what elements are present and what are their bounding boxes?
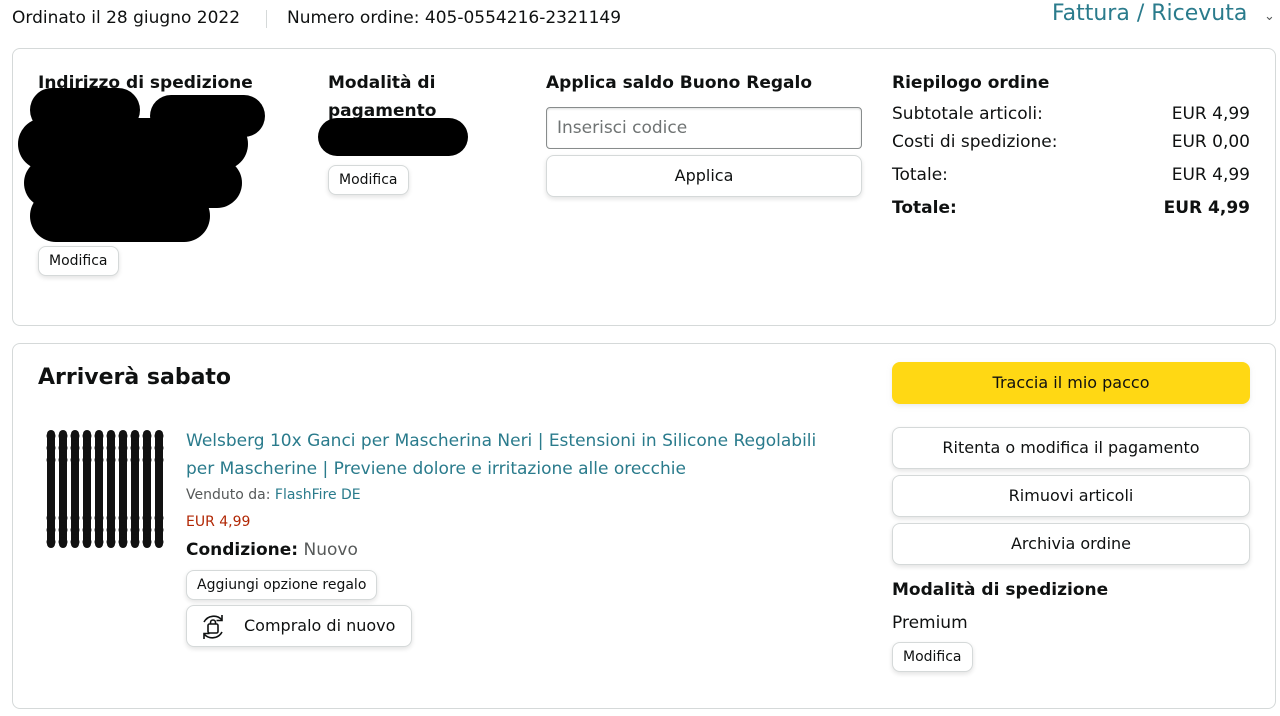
summary-value: EUR 4,99 [1171,104,1250,124]
summary-value: EUR 0,00 [1171,132,1250,152]
summary-row-total: Totale: EUR 4,99 [892,165,1250,191]
retry-payment-button[interactable]: Ritenta o modifica il pagamento [892,427,1250,469]
summary-row-grand-total: Totale: EUR 4,99 [892,198,1250,224]
gift-code-input[interactable] [546,107,862,149]
product-condition: Condizione: Nuovo [186,540,358,560]
shipping-mode-title: Modalità di spedizione [892,580,1109,600]
product-price: EUR 4,99 [186,514,251,530]
buy-again-label: Compralo di nuovo [244,616,396,635]
summary-label: Costi di spedizione: [892,132,1058,152]
product-image[interactable] [44,428,170,550]
archive-order-button[interactable]: Archivia ordine [892,523,1250,565]
product-title-link[interactable]: Welsberg 10x Ganci per Mascherina Neri |… [186,427,846,483]
order-summary-title: Riepilogo ordine [892,73,1050,93]
order-number: Numero ordine: 405-0554216-2321149 [287,8,622,28]
arrival-heading: Arriverà sabato [38,365,232,390]
summary-label: Subtotale articoli: [892,104,1043,124]
track-package-button[interactable]: Traccia il mio pacco [892,362,1250,404]
summary-row-subtotal: Subtotale articoli: EUR 4,99 [892,104,1250,130]
edit-shipping-mode-button[interactable]: Modifica [892,642,973,672]
payment-method-title: Modalità di pagamento [328,73,437,121]
chevron-down-icon[interactable]: ⌄ [1264,9,1275,24]
remove-items-button[interactable]: Rimuovi articoli [892,475,1250,517]
order-date: Ordinato il 28 giugno 2022 [12,8,241,28]
shipping-mode-value: Premium [892,613,968,633]
seller-link[interactable]: FlashFire DE [275,487,361,503]
buy-again-button[interactable]: Compralo di nuovo [186,605,412,647]
header-divider [266,10,267,28]
summary-label: Totale: [892,198,957,218]
sold-by-label: Venduto da: [186,487,271,503]
redacted-payment [318,118,468,156]
condition-value: Nuovo [303,540,358,560]
edit-address-button[interactable]: Modifica [38,246,119,276]
sold-by: Venduto da: FlashFire DE [186,487,361,503]
order-header: Ordinato il 28 giugno 2022 Numero ordine… [0,0,1280,40]
summary-label: Totale: [892,165,948,185]
condition-label: Condizione: [186,540,299,560]
apply-gift-button[interactable]: Applica [546,155,862,197]
summary-value: EUR 4,99 [1171,165,1250,185]
invoice-link[interactable]: Fattura / Ricevuta [1052,1,1247,26]
edit-payment-button[interactable]: Modifica [328,165,409,195]
summary-value: EUR 4,99 [1163,198,1250,218]
gift-card-title: Applica saldo Buono Regalo [546,73,813,93]
summary-row-shipping: Costi di spedizione: EUR 0,00 [892,132,1250,158]
buy-again-icon [203,615,223,639]
add-gift-option-button[interactable]: Aggiungi opzione regalo [186,570,378,600]
